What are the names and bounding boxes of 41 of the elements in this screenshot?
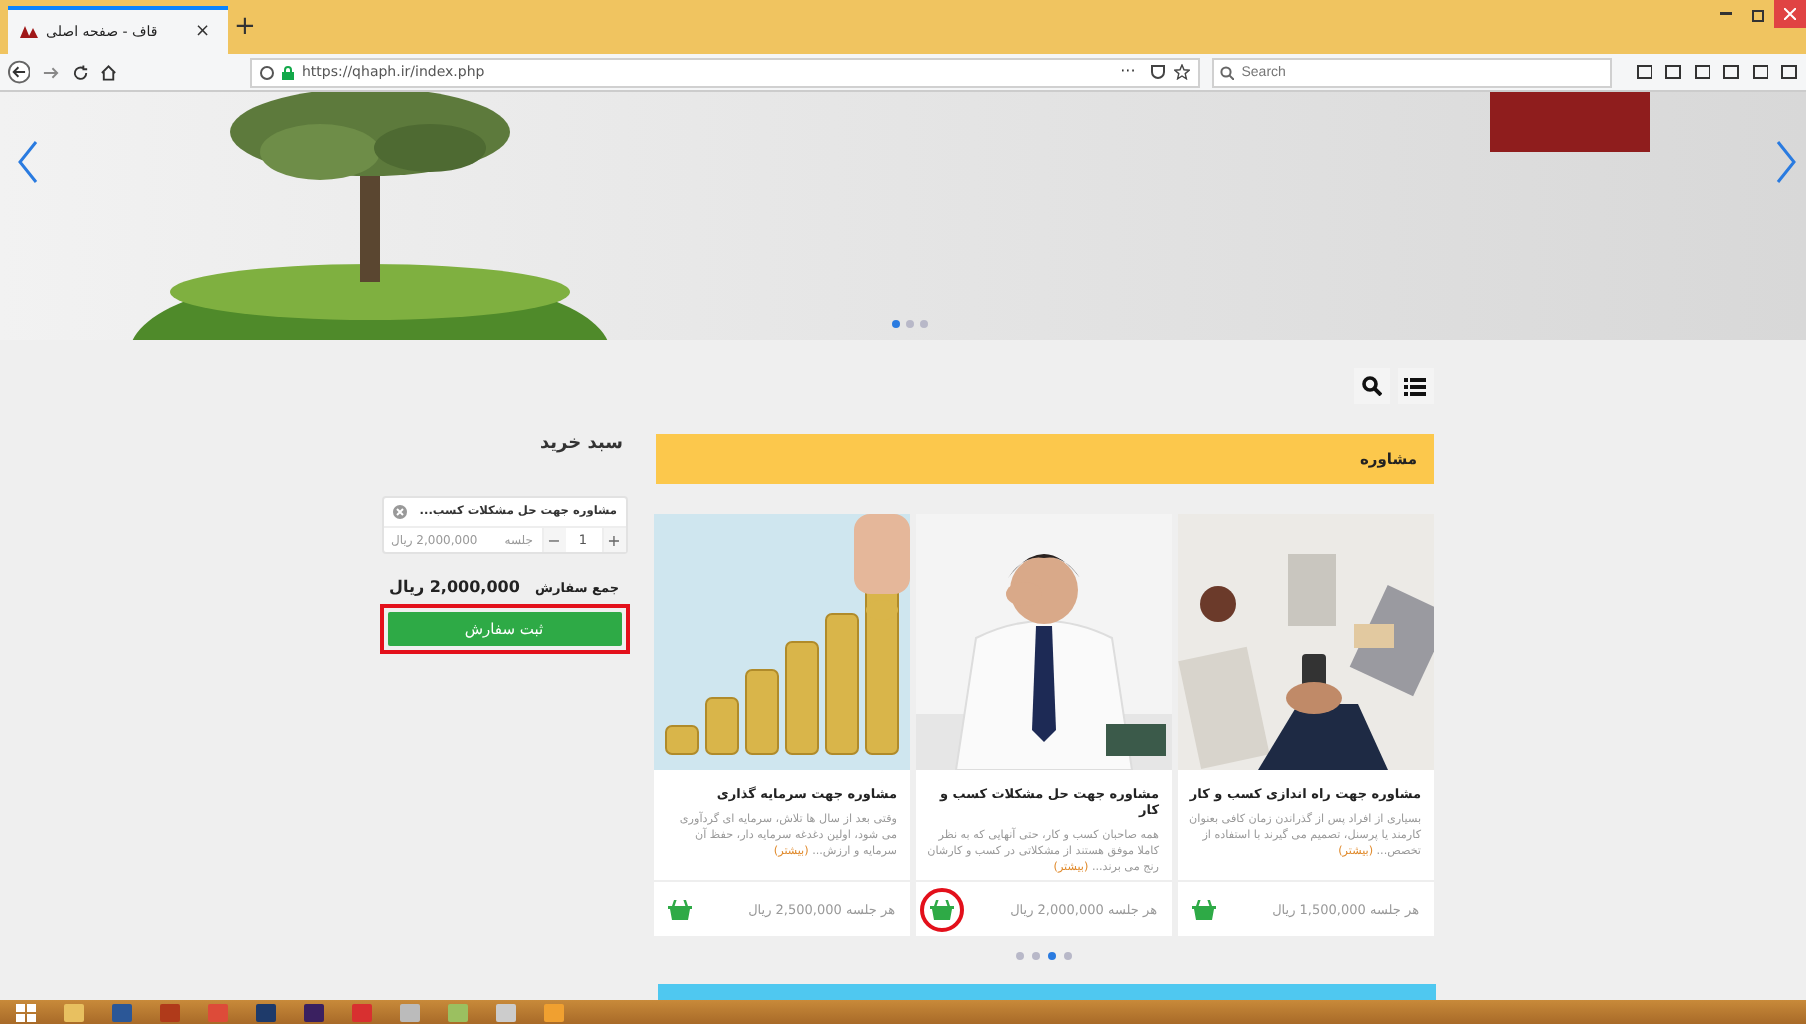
cart-title: سبد خرید	[537, 434, 625, 454]
shield-icon[interactable]	[1149, 64, 1166, 80]
back-icon[interactable]	[8, 60, 31, 84]
app-icon[interactable]	[160, 1003, 180, 1021]
site-logo-icon	[20, 26, 38, 38]
basket-icon	[1191, 899, 1215, 919]
home-icon[interactable]	[100, 63, 118, 81]
forward-icon[interactable]	[42, 63, 60, 81]
star-icon[interactable]	[1173, 64, 1190, 80]
remove-icon[interactable]	[391, 504, 407, 520]
app-icon[interactable]	[256, 1003, 276, 1021]
app-icon[interactable]	[304, 1003, 324, 1021]
tab-close-button[interactable]: ×	[188, 23, 216, 41]
lock-icon	[281, 65, 294, 79]
new-tab-button[interactable]: +	[228, 14, 262, 40]
carousel-dot[interactable]	[1064, 952, 1072, 960]
search-icon	[1361, 376, 1381, 396]
start-icon[interactable]	[16, 1003, 36, 1021]
add-to-cart-button[interactable]	[1191, 899, 1215, 919]
carousel-dot[interactable]	[1032, 952, 1040, 960]
total-value: 2,000,000 ریال	[389, 578, 520, 596]
carousel-dot[interactable]	[1016, 952, 1024, 960]
search-button[interactable]	[1353, 368, 1389, 404]
reload-icon[interactable]	[71, 63, 89, 81]
app-icon[interactable]	[112, 1003, 132, 1021]
close-icon[interactable]	[1774, 0, 1806, 28]
slide-dot[interactable]	[920, 320, 928, 328]
list-icon	[1404, 377, 1426, 395]
app-icon[interactable]	[496, 1003, 516, 1021]
basket-icon	[667, 899, 691, 919]
info-icon	[259, 65, 274, 79]
add-to-cart-button[interactable]	[667, 899, 691, 919]
decrease-button[interactable]: −	[541, 528, 565, 552]
slide-dot[interactable]	[906, 320, 914, 328]
slide-dot[interactable]	[892, 320, 900, 328]
page-actions-button[interactable]: ···	[1114, 64, 1142, 80]
basket-icon	[929, 899, 953, 919]
increase-button[interactable]: +	[601, 528, 625, 552]
add-to-cart-button[interactable]	[929, 899, 953, 919]
list-view-button[interactable]	[1397, 368, 1433, 404]
carousel-dot[interactable]	[1048, 952, 1056, 960]
